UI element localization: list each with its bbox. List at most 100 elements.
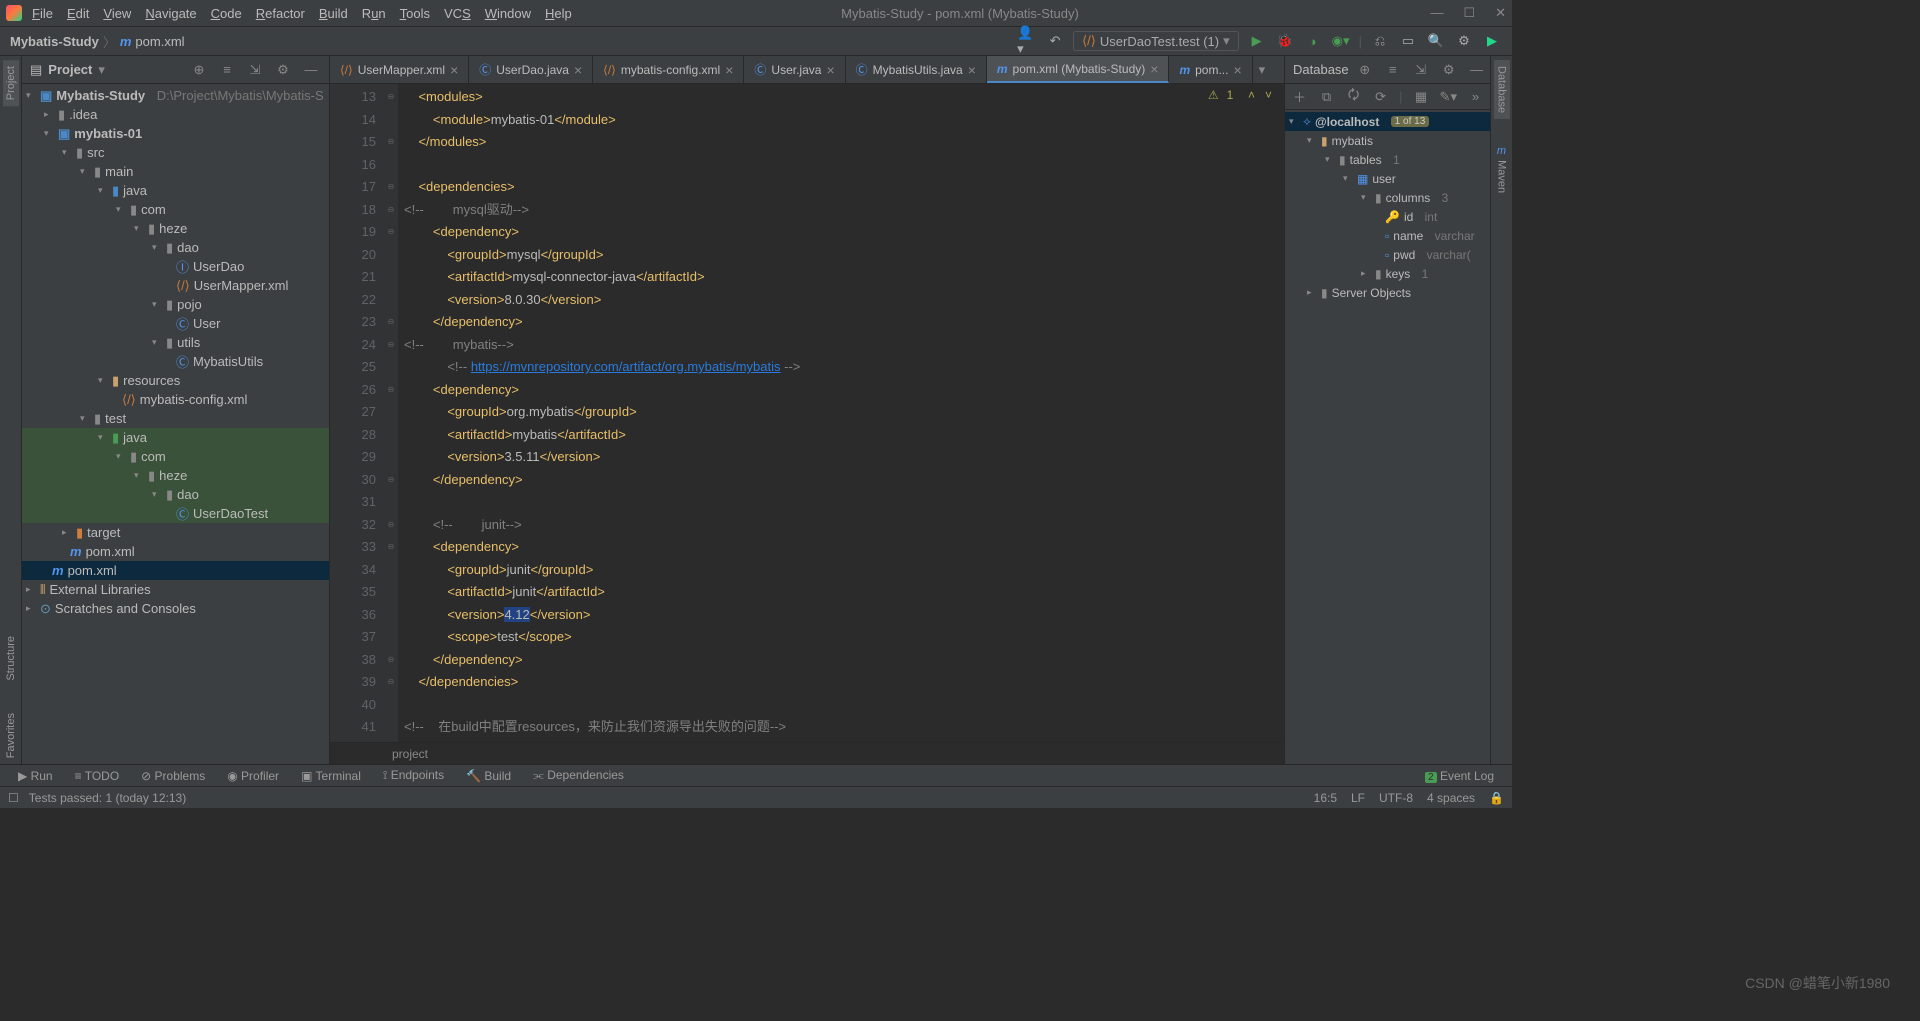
menu-window[interactable]: Window <box>485 6 531 21</box>
tree-usertest[interactable]: ⒸUserDaoTest <box>22 504 329 523</box>
tw-profiler[interactable]: ◉ Profiler <box>227 769 279 783</box>
menu-build[interactable]: Build <box>319 6 348 21</box>
indent[interactable]: 4 spaces <box>1427 791 1475 805</box>
panel-settings-icon[interactable]: ⚙ <box>273 60 293 80</box>
profile-icon[interactable]: ◉▾ <box>1331 31 1351 51</box>
db-tree[interactable]: ▾⟡@localhost 1 of 13 ▾▮mybatis ▾▮tables … <box>1285 110 1490 764</box>
tree-userdao[interactable]: ⒾUserDao <box>22 257 329 276</box>
tree-pom2[interactable]: mpom.xml <box>22 561 329 580</box>
db-col-pwd[interactable]: ▫pwd varchar( <box>1285 245 1490 264</box>
menu-refactor[interactable]: Refactor <box>256 6 305 21</box>
line-sep[interactable]: LF <box>1351 791 1365 805</box>
tree-pom1[interactable]: mpom.xml <box>22 542 329 561</box>
lock-icon[interactable]: 🔒 <box>1489 791 1504 805</box>
expand-icon[interactable]: ≡ <box>217 60 237 80</box>
db-columns[interactable]: ▾▮columns 3 <box>1285 188 1490 207</box>
db-col-id[interactable]: 🔑id int <box>1285 207 1490 226</box>
db-server-objects[interactable]: ▸▮Server Objects <box>1285 283 1490 302</box>
code-inspection-status[interactable]: ⚠ 1 ˄ ˅ <box>1208 88 1272 102</box>
menu-code[interactable]: Code <box>211 6 242 21</box>
db-col-name[interactable]: ▫name varchar <box>1285 226 1490 245</box>
debug-icon[interactable]: 🐞 <box>1275 31 1295 51</box>
tree-utils[interactable]: ▾▮utils <box>22 333 329 352</box>
codewithme-icon[interactable]: ▶ <box>1482 31 1502 51</box>
settings-icon[interactable]: ⚙ <box>1454 31 1474 51</box>
db-sync-icon[interactable]: ⟳ <box>1372 87 1389 107</box>
db-hide-icon[interactable]: — <box>1467 60 1487 80</box>
caret-pos[interactable]: 16:5 <box>1314 791 1337 805</box>
coverage-icon[interactable]: ◑ <box>1303 31 1323 51</box>
db-keys[interactable]: ▸▮keys 1 <box>1285 264 1490 283</box>
breadcrumb-file[interactable]: pom.xml <box>135 34 184 49</box>
code-breadcrumb[interactable]: project <box>330 742 1284 764</box>
tree-test-com[interactable]: ▾▮com <box>22 447 329 466</box>
menu-edit[interactable]: Edit <box>67 6 89 21</box>
db-schema[interactable]: ▾▮mybatis <box>1285 131 1490 150</box>
tab-database[interactable]: Database <box>1494 60 1510 119</box>
tw-terminal[interactable]: ▣ Terminal <box>301 769 361 783</box>
status-icon[interactable]: ☐ <box>8 791 19 805</box>
db-settings-icon[interactable]: ⚙ <box>1439 60 1459 80</box>
run-icon[interactable]: ▶ <box>1247 31 1267 51</box>
tree-root[interactable]: ▾▣Mybatis-Study D:\Project\Mybatis\Mybat… <box>22 86 329 105</box>
tree-test-heze[interactable]: ▾▮heze <box>22 466 329 485</box>
menu-help[interactable]: Help <box>545 6 572 21</box>
tree-src[interactable]: ▾▮src <box>22 143 329 162</box>
git-icon[interactable]: ⎌ <box>1370 31 1390 51</box>
tabs-overflow-icon[interactable]: ▾ <box>1253 56 1272 83</box>
hide-icon[interactable]: — <box>301 60 321 80</box>
db-table-icon[interactable]: ▦ <box>1413 87 1430 107</box>
tree-resources[interactable]: ▾▮resources <box>22 371 329 390</box>
tree-dao[interactable]: ▾▮dao <box>22 238 329 257</box>
user-icon[interactable]: 👤▾ <box>1017 31 1037 51</box>
menu-vcs[interactable]: VCS <box>444 6 471 21</box>
tree-scratches[interactable]: ▸⊙Scratches and Consoles <box>22 599 329 618</box>
run-config-selector[interactable]: ⟨/⟩ UserDaoTest.test (1) ▾ <box>1073 31 1239 51</box>
back-icon[interactable]: ↶ <box>1045 31 1065 51</box>
db-more-icon[interactable]: » <box>1467 87 1484 107</box>
breadcrumb[interactable]: Mybatis-Study 〉 m pom.xml <box>10 32 185 51</box>
tree-pojo[interactable]: ▾▮pojo <box>22 295 329 314</box>
tree-main[interactable]: ▾▮main <box>22 162 329 181</box>
menu-file[interactable]: File <box>32 6 53 21</box>
db-collapse-icon[interactable]: ⇲ <box>1411 60 1431 80</box>
tree-target[interactable]: ▸▮target <box>22 523 329 542</box>
tree-test-dao[interactable]: ▾▮dao <box>22 485 329 504</box>
tree-extlib[interactable]: ▸⫴External Libraries <box>22 580 329 599</box>
menu-view[interactable]: View <box>103 6 131 21</box>
editor-tab-6[interactable]: mpom...× <box>1169 56 1252 83</box>
tw-run[interactable]: ▶ Run <box>18 769 53 783</box>
code-area[interactable]: ⚠ 1 ˄ ˅ 13141516171819202122232425262728… <box>330 84 1284 742</box>
editor-tab-5[interactable]: mpom.xml (Mybatis-Study)× <box>987 56 1170 83</box>
menu-run[interactable]: Run <box>362 6 386 21</box>
tree-com[interactable]: ▾▮com <box>22 200 329 219</box>
editor-tab-4[interactable]: ⒸMybatisUtils.java× <box>846 56 987 83</box>
encoding[interactable]: UTF-8 <box>1379 791 1413 805</box>
tree-test[interactable]: ▾▮test <box>22 409 329 428</box>
db-tables[interactable]: ▾▮tables 1 <box>1285 150 1490 169</box>
editor-tab-0[interactable]: ⟨/⟩UserMapper.xml× <box>330 56 469 83</box>
tab-project[interactable]: Project <box>3 60 19 106</box>
db-add-icon[interactable]: ＋ <box>1291 87 1308 107</box>
editor-tab-2[interactable]: ⟨/⟩mybatis-config.xml× <box>593 56 744 83</box>
db-edit-icon[interactable]: ✎▾ <box>1440 87 1457 107</box>
tab-structure[interactable]: Structure <box>3 630 19 687</box>
breadcrumb-root[interactable]: Mybatis-Study <box>10 34 99 49</box>
avatar-icon[interactable]: ▭ <box>1398 31 1418 51</box>
db-copy-icon[interactable]: ⧉ <box>1318 87 1335 107</box>
editor-tab-3[interactable]: ⒸUser.java× <box>744 56 845 83</box>
close-icon[interactable]: ✕ <box>1495 5 1506 21</box>
tree-test-java[interactable]: ▾▮java <box>22 428 329 447</box>
db-table-user[interactable]: ▾▦user <box>1285 169 1490 188</box>
tree-mybatiscfg[interactable]: ⟨/⟩mybatis-config.xml <box>22 390 329 409</box>
search-icon[interactable]: 🔍 <box>1426 31 1446 51</box>
collapse-icon[interactable]: ⇲ <box>245 60 265 80</box>
event-log[interactable]: 2 Event Log <box>1425 769 1494 783</box>
maximize-icon[interactable]: ☐ <box>1463 5 1475 21</box>
tab-maven[interactable]: m Maven <box>1494 139 1510 199</box>
tw-problems[interactable]: ⊘ Problems <box>141 769 205 783</box>
tw-todo[interactable]: ≡ TODO <box>75 769 120 783</box>
tw-build[interactable]: 🔨 Build <box>466 769 511 783</box>
tree-java[interactable]: ▾▮java <box>22 181 329 200</box>
menu-navigate[interactable]: Navigate <box>145 6 196 21</box>
